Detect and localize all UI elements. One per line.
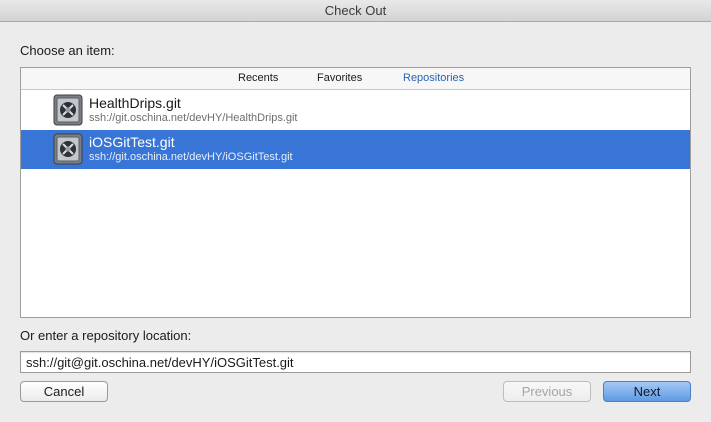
repository-location-input[interactable]	[20, 351, 691, 373]
tab-favorites[interactable]: Favorites	[317, 72, 362, 84]
location-label: Or enter a repository location:	[20, 328, 192, 343]
repository-name: iOSGitTest.git	[89, 134, 175, 150]
choose-item-label: Choose an item:	[20, 43, 115, 58]
repository-name: HealthDrips.git	[89, 95, 181, 111]
repository-chooser: Recents Favorites Repositories HealthDri…	[20, 67, 691, 318]
git-repository-icon	[53, 133, 83, 165]
window-title: Check Out	[0, 0, 711, 22]
repository-url: ssh://git.oschina.net/devHY/iOSGitTest.g…	[89, 151, 293, 163]
git-repository-icon	[53, 94, 83, 126]
previous-button[interactable]: Previous	[503, 381, 591, 402]
repository-item-healthdrips[interactable]: HealthDrips.git ssh://git.oschina.net/de…	[21, 91, 690, 130]
tab-bar: Recents Favorites Repositories	[21, 68, 690, 90]
cancel-button[interactable]: Cancel	[20, 381, 108, 402]
repository-item-iosgittest[interactable]: iOSGitTest.git ssh://git.oschina.net/dev…	[21, 130, 690, 169]
tab-repositories[interactable]: Repositories	[403, 72, 464, 84]
next-button[interactable]: Next	[603, 381, 691, 402]
repository-url: ssh://git.oschina.net/devHY/HealthDrips.…	[89, 112, 298, 124]
tab-recents[interactable]: Recents	[238, 72, 278, 84]
